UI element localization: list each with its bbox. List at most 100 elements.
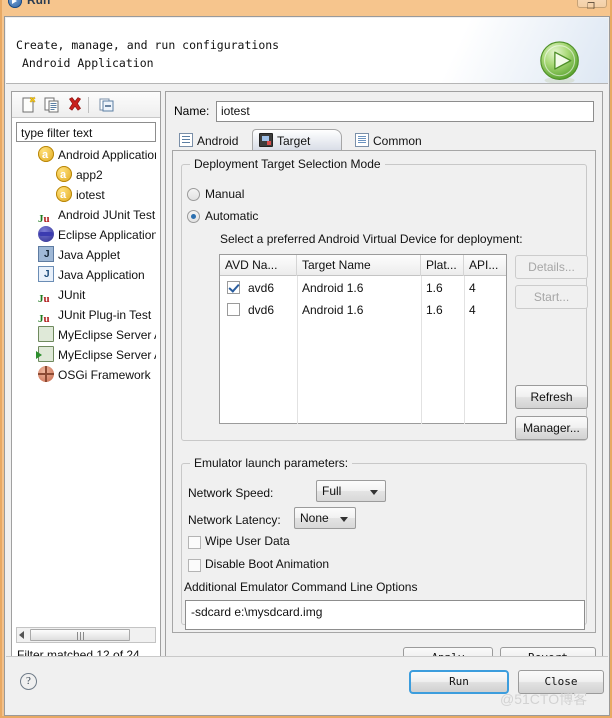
tree-item-java-applet[interactable]: Java Applet — [16, 245, 156, 265]
tree-item-myeclipse-server[interactable]: MyEclipse Server Application — [16, 325, 156, 345]
name-row: Name: iotest — [174, 101, 594, 123]
deployment-target-group: Deployment Target Selection Mode Manual … — [181, 157, 588, 441]
network-speed-select[interactable]: Full — [316, 480, 386, 502]
emulator-launch-parameters-group: Emulator launch parameters: Network Spee… — [181, 456, 587, 630]
tree-item-eclipse-application[interactable]: Eclipse Application — [16, 225, 156, 245]
restore-window-button[interactable]: ❐ — [577, 0, 607, 11]
launch-configuration-tree[interactable]: Android Application app2 iotest Ju Androi… — [16, 145, 156, 623]
avd-row-checkbox[interactable] — [227, 281, 240, 294]
start-button[interactable]: Start... — [515, 285, 588, 309]
osgi-framework-icon — [38, 366, 54, 382]
tree-item-osgi-framework[interactable]: OSGi Framework — [16, 365, 156, 385]
window-title: Run — [27, 0, 51, 7]
radio-automatic[interactable] — [187, 210, 200, 223]
tree-item-label: app2 — [76, 168, 103, 182]
junit-plugin-test-icon: Ju — [38, 313, 50, 325]
java-application-icon — [38, 265, 54, 285]
avd-prompt-label: Select a preferred Android Virtual Devic… — [220, 232, 523, 246]
configuration-editor-pane: Name: iotest Android Target Common Deplo… — [165, 91, 603, 676]
tab-strip: Android Target Common — [172, 129, 596, 151]
eclipse-application-icon — [38, 226, 54, 242]
column-header-avd-name[interactable]: AVD Na... — [220, 255, 297, 276]
avd-row-checkbox[interactable] — [227, 303, 240, 316]
network-latency-select[interactable]: None — [294, 507, 356, 529]
radio-automatic-label: Automatic — [205, 209, 259, 223]
disable-boot-animation-checkbox[interactable] — [188, 559, 201, 572]
emulator-group-title: Emulator launch parameters: — [190, 456, 353, 470]
help-button[interactable]: ? — [20, 673, 37, 690]
android-config-icon — [38, 145, 54, 165]
tree-item-java-application[interactable]: Java Application — [16, 265, 156, 285]
wipe-user-data-label: Wipe User Data — [205, 534, 290, 548]
wipe-user-data-checkbox[interactable] — [188, 536, 201, 549]
horizontal-scrollbar[interactable] — [16, 627, 156, 643]
cell-platform: 1.6 — [426, 303, 443, 317]
column-header-platform[interactable]: Plat... — [421, 255, 464, 276]
column-header-api[interactable]: API... — [464, 255, 506, 276]
duplicate-launch-configuration-icon[interactable] — [43, 96, 61, 114]
column-header-target-name[interactable]: Target Name — [297, 255, 421, 276]
tree-toolbar — [12, 92, 160, 118]
scrollbar-thumb[interactable] — [30, 629, 130, 641]
header-title: Create, manage, and run configurations — [16, 38, 280, 52]
android-junit-icon: Ju — [38, 213, 50, 225]
new-launch-configuration-icon[interactable] — [20, 96, 38, 114]
table-row[interactable]: avd6 Android 1.6 1.6 4 — [220, 278, 506, 298]
scroll-left-arrow-icon[interactable] — [19, 631, 24, 639]
myeclipse-server-run-icon — [36, 346, 54, 362]
tab-label: Target — [277, 134, 311, 148]
cell-avd-name: dvd6 — [248, 303, 275, 317]
tree-item-myeclipse-server-run[interactable]: MyEclipse Server Application — [16, 345, 156, 365]
tree-item-label: OSGi Framework — [58, 368, 151, 382]
delete-launch-configuration-icon[interactable] — [66, 96, 84, 114]
tree-item-iotest-row[interactable]: iotest — [16, 185, 156, 205]
tree-item-iotest[interactable]: iotest — [56, 185, 105, 205]
tree-item-android-junit-test[interactable]: Ju Android JUnit Test — [16, 205, 156, 225]
cell-avd-name: avd6 — [248, 281, 275, 295]
column-divider — [297, 276, 298, 424]
tab-common[interactable]: Common — [348, 129, 431, 151]
tree-item-label: JUnit — [58, 288, 86, 302]
tab-folder: Android Target Common Deployment Target … — [172, 129, 596, 633]
junit-icon: Ju — [38, 293, 50, 305]
tab-target[interactable]: Target — [252, 129, 342, 151]
network-latency-value: None — [300, 511, 329, 525]
tree-item-label: Eclipse Application — [58, 228, 156, 242]
tree-item-app2[interactable]: app2 — [16, 165, 156, 185]
dialog-footer: ? Run Close — [6, 656, 608, 714]
dialog-client-area: Create, manage, and run configurations A… — [4, 16, 610, 716]
run-app-icon — [8, 0, 22, 8]
refresh-button[interactable]: Refresh — [515, 385, 588, 409]
cell-target-name: Android 1.6 — [302, 281, 364, 295]
window-title-bar: Run ❐ — [2, 0, 612, 16]
manager-button[interactable]: Manager... — [515, 416, 588, 440]
network-speed-label: Network Speed: — [188, 486, 274, 500]
table-row[interactable]: dvd6 Android 1.6 1.6 4 — [220, 300, 506, 320]
deployment-group-title: Deployment Target Selection Mode — [190, 157, 385, 171]
run-button[interactable]: Run — [409, 670, 509, 694]
tab-android[interactable]: Android — [172, 129, 247, 151]
additional-options-input[interactable]: -sdcard e:\mysdcard.img — [185, 600, 585, 630]
android-config-icon — [56, 165, 72, 185]
tree-item-label: iotest — [76, 188, 105, 202]
green-run-play-icon — [540, 41, 579, 83]
collapse-all-icon[interactable] — [98, 96, 116, 114]
android-tab-icon — [179, 133, 193, 147]
tree-item-label: Android Application — [58, 148, 156, 162]
chevron-down-icon — [340, 517, 348, 522]
details-button[interactable]: Details... — [515, 255, 588, 279]
close-button[interactable]: Close — [518, 670, 604, 694]
radio-manual-label: Manual — [205, 187, 245, 201]
column-divider — [421, 276, 422, 424]
disable-boot-animation-label: Disable Boot Animation — [205, 557, 330, 571]
radio-manual[interactable] — [187, 188, 200, 201]
search-input[interactable]: type filter text — [16, 122, 156, 142]
tree-item-junit-plugin-test[interactable]: Ju JUnit Plug-in Test — [16, 305, 156, 325]
tree-item-android-application[interactable]: Android Application — [16, 145, 156, 165]
tree-item-label: Android JUnit Test — [58, 208, 156, 222]
tree-item-junit[interactable]: Ju JUnit — [16, 285, 156, 305]
tab-body-target: Deployment Target Selection Mode Manual … — [172, 150, 596, 633]
configuration-name-input[interactable]: iotest — [216, 101, 594, 122]
name-label: Name: — [174, 104, 210, 118]
avd-table[interactable]: AVD Na... Target Name Plat... API... avd… — [219, 254, 507, 424]
